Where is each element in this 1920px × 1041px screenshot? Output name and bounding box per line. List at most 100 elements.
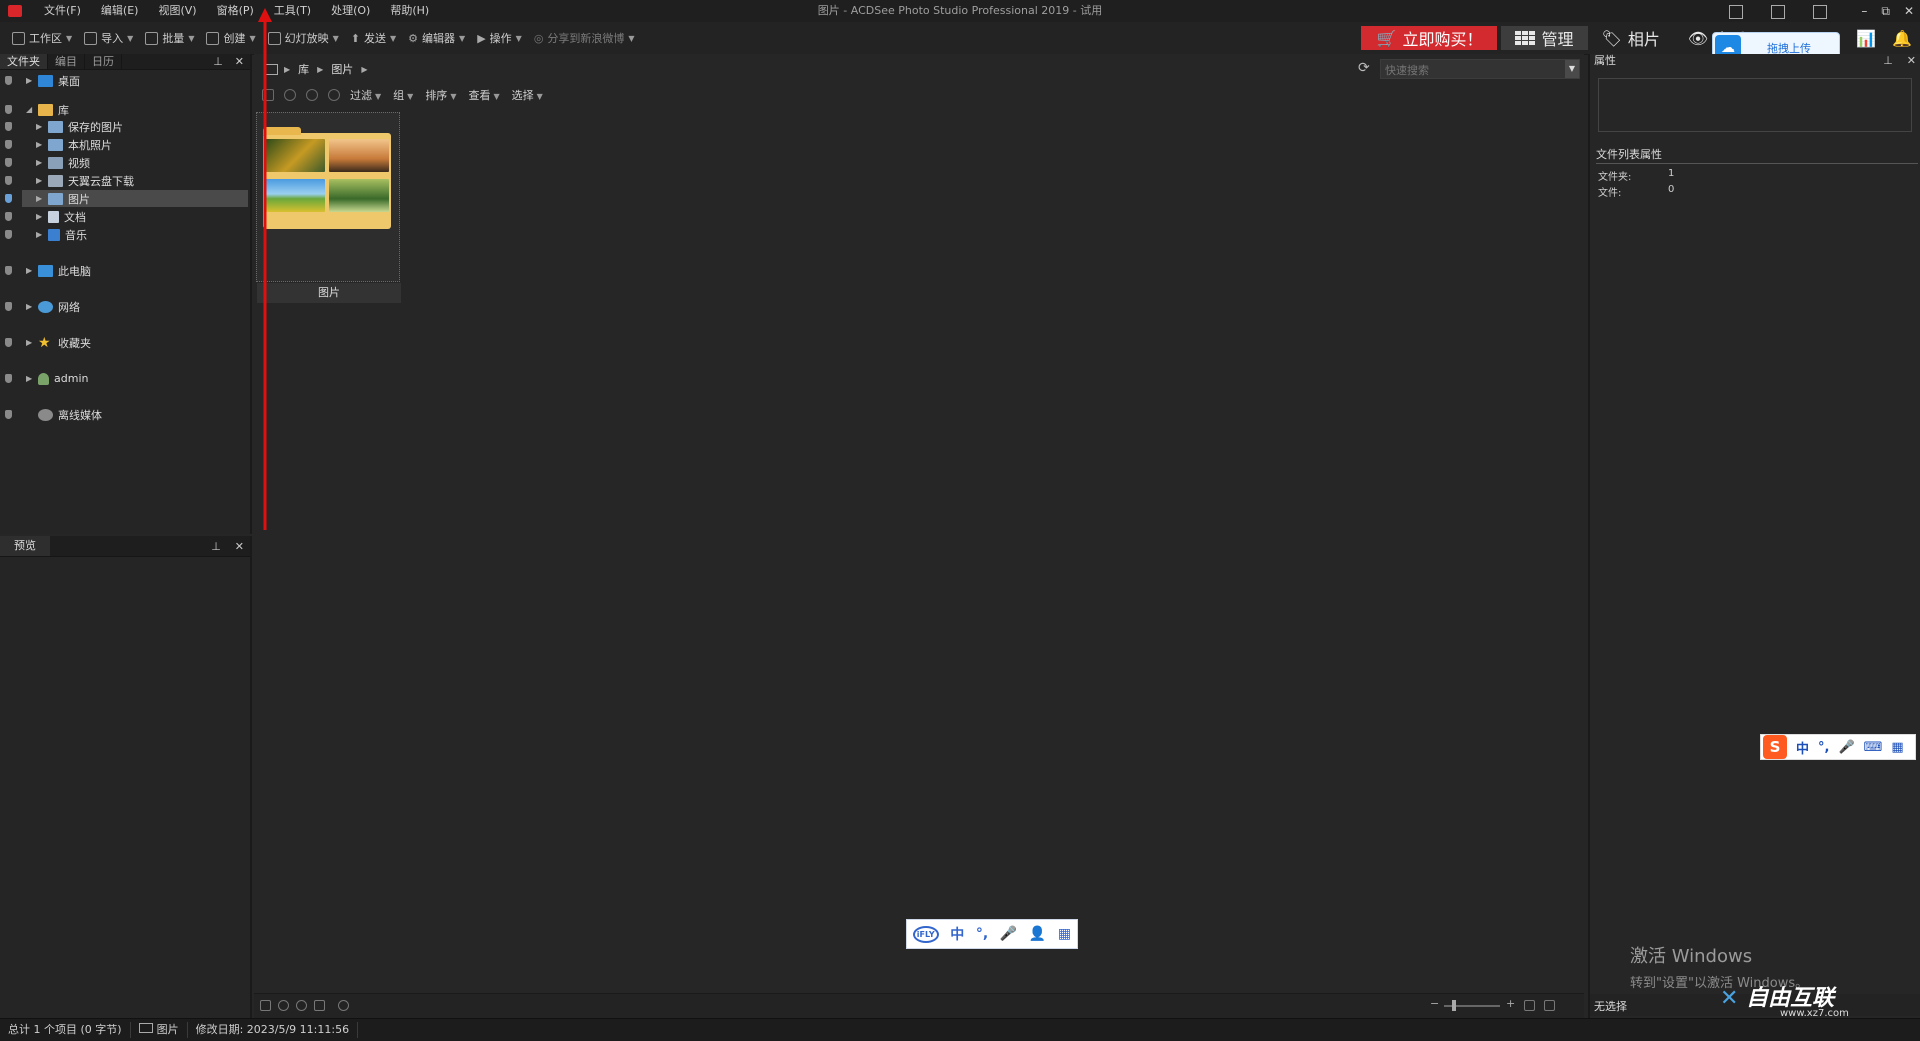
pin-icon[interactable] [5, 158, 12, 167]
rotate-left-icon[interactable] [278, 1000, 289, 1011]
mode-photos-button[interactable]: 🏷 相片 [1588, 26, 1674, 50]
stop-icon[interactable] [314, 1000, 325, 1011]
sogou-logo-icon[interactable]: S [1763, 735, 1787, 759]
expand-arrow-icon[interactable]: ▶ [26, 374, 34, 383]
pin-icon[interactable] [5, 105, 12, 114]
user-icon[interactable]: 👤 [1029, 926, 1046, 942]
sogou-punctuation[interactable]: °, [1818, 740, 1829, 755]
collapse-arrow-icon[interactable]: ◢ [26, 105, 34, 114]
layout-bottom-icon[interactable] [1771, 5, 1786, 19]
tree-item-pictures[interactable]: ▶ 图片 [22, 190, 248, 207]
pin-icon[interactable] [5, 338, 12, 347]
breadcrumb-library[interactable]: 库 [298, 61, 309, 77]
pin-icon[interactable] [5, 212, 12, 221]
zoom-slider-handle[interactable] [1452, 1000, 1456, 1011]
menu-edit[interactable]: 编辑(E) [91, 0, 149, 22]
tree-item-desktop[interactable]: ▶ 桌面 [0, 72, 248, 89]
menu-tools[interactable]: 工具(T) [264, 0, 321, 22]
refresh-icon[interactable]: ⟳ [1358, 60, 1370, 76]
ime-chinese-mode[interactable]: 中 [950, 924, 964, 944]
apps-grid-icon[interactable]: ▦ [1058, 926, 1071, 942]
breadcrumb-separator-icon[interactable]: ▶ [361, 65, 367, 74]
close-button[interactable]: ✕ [1904, 0, 1914, 22]
view-button[interactable]: 查看 ▼ [468, 87, 499, 103]
tab-calendar[interactable]: 日历 [85, 54, 122, 69]
expand-arrow-icon[interactable]: ▶ [36, 194, 44, 203]
apps-grid-icon[interactable]: ▦ [1891, 740, 1903, 755]
editor-button[interactable]: ⚙ 编辑器 ▼ [408, 30, 465, 46]
layout-right-icon[interactable] [1813, 5, 1828, 19]
tree-item-this-pc[interactable]: ▶ 此电脑 [0, 262, 248, 279]
pin-icon[interactable] [5, 76, 12, 85]
pin-icon[interactable] [5, 176, 12, 185]
mode-manage-button[interactable]: 管理 [1501, 26, 1588, 50]
microphone-icon[interactable]: 🎤 [1000, 926, 1017, 942]
import-button[interactable]: 导入 ▼ [84, 30, 133, 46]
expand-arrow-icon[interactable]: ▶ [26, 338, 34, 347]
search-input[interactable] [1381, 60, 1557, 80]
back-icon[interactable] [284, 89, 296, 101]
tree-item-documents[interactable]: ▶ 文档 [0, 208, 248, 225]
close-panel-icon[interactable]: ✕ [235, 54, 244, 69]
tree-item-favorites[interactable]: ▶ ★ 收藏夹 [0, 334, 248, 351]
zoom-out-icon[interactable]: − [1430, 997, 1439, 1010]
menu-pane[interactable]: 窗格(P) [207, 0, 264, 22]
group-button[interactable]: 组 ▼ [393, 87, 413, 103]
forward-icon[interactable] [306, 89, 318, 101]
microphone-icon[interactable]: 🎤 [1838, 740, 1854, 755]
share-weibo-button[interactable]: ◎ 分享到新浪微博 ▼ [534, 30, 635, 46]
ifly-logo-icon[interactable]: iFLY [912, 925, 939, 943]
sogou-chinese-mode[interactable]: 中 [1796, 738, 1809, 757]
expand-arrow-icon[interactable]: ▶ [26, 266, 34, 275]
pin-icon[interactable] [5, 140, 12, 149]
close-panel-icon[interactable]: ✕ [235, 540, 244, 553]
breadcrumb-separator-icon[interactable]: ▶ [317, 65, 323, 74]
pin-icon[interactable]: ⊥ [213, 54, 223, 69]
pin-icon[interactable] [5, 194, 12, 203]
expand-arrow-icon[interactable]: ▶ [36, 140, 44, 149]
up-icon[interactable] [328, 89, 340, 101]
pin-icon[interactable] [5, 302, 12, 311]
tree-item-videos[interactable]: ▶ 视频 [0, 154, 248, 171]
ime-punctuation[interactable]: °, [976, 926, 988, 942]
expand-arrow-icon[interactable]: ▶ [36, 176, 44, 185]
buy-now-button[interactable]: 🛒 立即购买！ [1361, 26, 1498, 50]
rotate-right-icon[interactable] [296, 1000, 307, 1011]
pin-icon[interactable] [5, 266, 12, 275]
breadcrumb-separator-icon[interactable]: ▶ [284, 65, 290, 74]
batch-button[interactable]: 批量 ▼ [145, 30, 194, 46]
pin-icon[interactable]: ⊥ [211, 540, 221, 553]
import-small-icon[interactable] [260, 1000, 271, 1011]
tab-folders[interactable]: 文件夹 [0, 54, 48, 69]
thumbnail-view-icon[interactable] [1524, 1000, 1535, 1011]
menu-help[interactable]: 帮助(H) [380, 0, 439, 22]
restore-button[interactable]: ⧉ [1881, 0, 1890, 22]
pin-icon[interactable] [5, 374, 12, 383]
tree-item-camera-roll[interactable]: ▶ 本机照片 [0, 136, 248, 153]
menu-view[interactable]: 视图(V) [148, 0, 206, 22]
expand-arrow-icon[interactable]: ▶ [36, 230, 44, 239]
expand-arrow-icon[interactable]: ▶ [26, 76, 34, 85]
sort-button[interactable]: 排序 ▼ [425, 87, 456, 103]
tree-item-offline-media[interactable]: 离线媒体 [0, 406, 248, 423]
tree-item-cloud-downloads[interactable]: ▶ 天翼云盘下载 [0, 172, 248, 189]
tab-catalog[interactable]: 编目 [48, 54, 85, 69]
notifications-button[interactable]: 🔔 [1884, 26, 1920, 50]
send-button[interactable]: ⬆ 发送 ▼ [351, 30, 396, 46]
tree-item-music[interactable]: ▶ 音乐 [0, 226, 248, 243]
layout-left-icon[interactable] [1729, 5, 1744, 19]
sogou-ime-toolbar[interactable]: S 中 °, 🎤 ⌨ ▦ [1760, 734, 1916, 760]
pin-icon[interactable] [5, 122, 12, 131]
menu-process[interactable]: 处理(O) [321, 0, 380, 22]
expand-arrow-icon[interactable]: ▶ [26, 302, 34, 311]
folder-thumbnail[interactable]: 图片 [256, 112, 401, 303]
pin-icon[interactable]: ⊥ [1883, 54, 1893, 68]
select-button[interactable]: 选择 ▼ [512, 87, 543, 103]
close-panel-icon[interactable]: ✕ [1907, 54, 1916, 68]
create-button[interactable]: 创建 ▼ [206, 30, 256, 46]
filter-button[interactable]: 过滤 ▼ [350, 87, 381, 103]
dashboard-button[interactable]: 📊 [1848, 26, 1884, 50]
expand-arrow-icon[interactable]: ▶ [36, 212, 44, 221]
keyboard-icon[interactable]: ⌨ [1864, 740, 1883, 755]
minimize-button[interactable]: – [1861, 0, 1867, 22]
